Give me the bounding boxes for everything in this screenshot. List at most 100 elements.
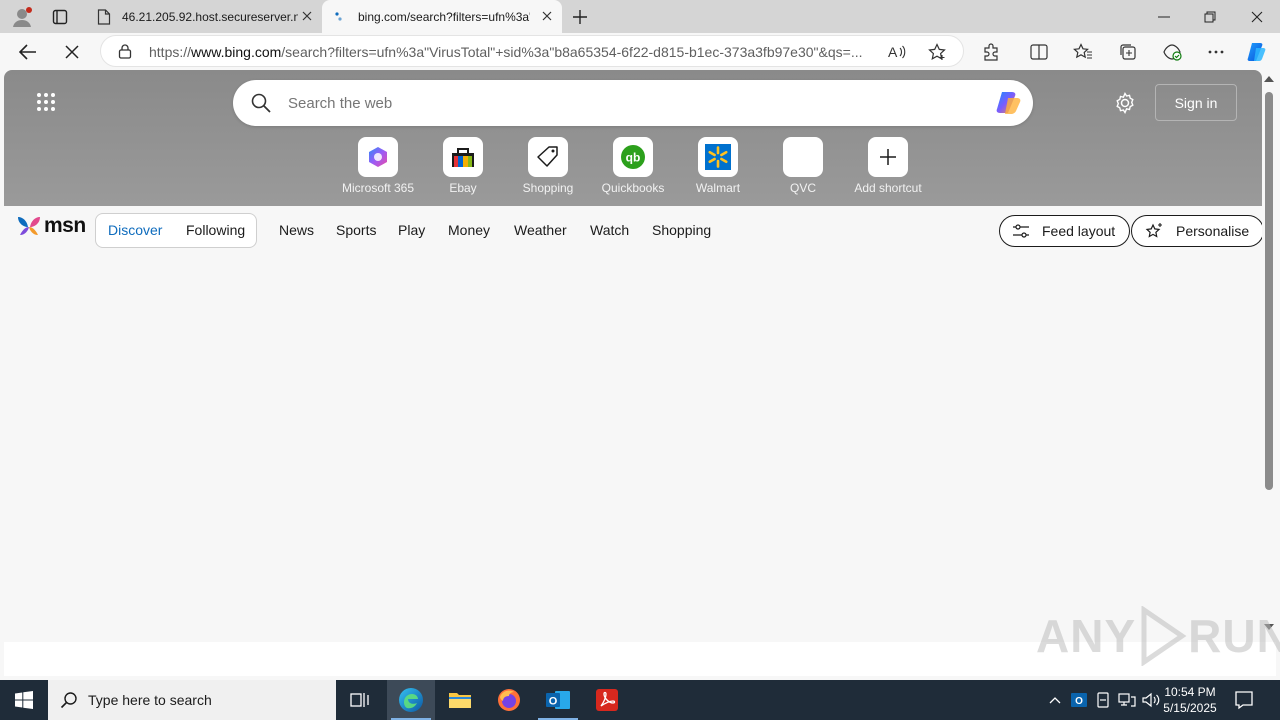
network-icon[interactable] (1117, 690, 1137, 710)
feed-segment-control: Discover Following (95, 213, 257, 248)
copilot-icon[interactable] (1243, 38, 1271, 66)
web-search-box[interactable] (233, 80, 1033, 126)
address-bar[interactable]: https://www.bing.com/search?filters=ufn%… (100, 35, 964, 67)
shortcut-microsoft-365[interactable]: Microsoft 365 (336, 136, 420, 196)
category-watch[interactable]: Watch (590, 222, 629, 238)
bing-hero: Sign in Microsoft 365 Ebay Shopping qb Q… (4, 70, 1262, 206)
category-play[interactable]: Play (398, 222, 425, 238)
stop-loading-button[interactable] (57, 37, 87, 67)
favorite-star-icon[interactable] (927, 42, 947, 62)
task-view-button[interactable] (336, 680, 384, 720)
svg-text:qb: qb (626, 151, 641, 165)
url-text[interactable]: https://www.bing.com/search?filters=ufn%… (149, 44, 869, 60)
more-options-icon[interactable] (1202, 38, 1230, 66)
personalise-button[interactable]: Personalise (1131, 215, 1262, 247)
minimize-icon[interactable] (1141, 0, 1187, 33)
tray-device-icon[interactable] (1093, 690, 1113, 710)
apps-grid-icon[interactable] (36, 92, 56, 112)
taskbar-search-box[interactable]: Type here to search (48, 680, 336, 720)
volume-icon[interactable] (1141, 690, 1161, 710)
watermark-left: ANY (1036, 610, 1137, 662)
msn-logo[interactable]: msn (16, 214, 86, 238)
windows-logo-icon (15, 691, 33, 709)
search-icon[interactable] (251, 93, 271, 113)
show-hidden-icons-chevron-icon[interactable] (1045, 690, 1065, 710)
tab-bing-search[interactable]: bing.com/search?filters=ufn%3a"VirusTota… (322, 0, 562, 33)
taskbar-firefox[interactable] (485, 680, 533, 720)
collections-icon[interactable] (1114, 38, 1142, 66)
msn-butterfly-icon (18, 217, 40, 235)
category-sports[interactable]: Sports (336, 222, 376, 238)
back-button[interactable] (13, 37, 43, 67)
edge-icon (399, 688, 423, 712)
segment-discover[interactable]: Discover (108, 222, 162, 238)
shortcut-walmart[interactable]: Walmart (676, 136, 760, 196)
microsoft-365-icon (358, 137, 398, 177)
profile-icon[interactable] (9, 4, 35, 30)
category-shopping[interactable]: Shopping (652, 222, 711, 238)
tab-actions-icon[interactable] (47, 4, 73, 30)
tray-outlook-icon[interactable]: O (1069, 690, 1089, 710)
category-money[interactable]: Money (448, 222, 490, 238)
extensions-icon[interactable] (977, 38, 1005, 66)
shortcut-qvc[interactable]: QVC (761, 136, 845, 196)
start-button[interactable] (0, 680, 48, 720)
svg-text:O: O (549, 696, 558, 708)
split-screen-icon[interactable] (1025, 38, 1053, 66)
tab-secureserver[interactable]: 46.21.205.92.host.secureserver.net (86, 0, 322, 33)
new-tab-icon[interactable] (567, 4, 593, 30)
scroll-up-arrow-icon[interactable] (1264, 76, 1274, 82)
shortcut-shopping[interactable]: Shopping (506, 136, 590, 196)
loading-icon (332, 9, 348, 25)
url-rest: /search?filters=ufn%3a"VirusTotal"+sid%3… (281, 44, 863, 60)
anyrun-watermark: ANY RUN (1036, 606, 1280, 666)
copilot-search-icon[interactable] (993, 87, 1025, 119)
shortcut-add[interactable]: Add shortcut (846, 136, 930, 196)
shortcut-label: Shopping (522, 181, 574, 195)
shortcut-label: Walmart (695, 181, 741, 195)
shortcut-quickbooks[interactable]: qb Quickbooks (591, 136, 675, 196)
segment-following[interactable]: Following (186, 222, 245, 238)
vertical-scrollbar[interactable] (1262, 70, 1276, 636)
shortcut-label: Ebay (449, 181, 477, 195)
quickbooks-icon: qb (613, 137, 653, 177)
browser-essentials-icon[interactable] (1158, 38, 1186, 66)
personalise-label: Personalise (1176, 223, 1250, 239)
shortcut-label: Add shortcut (854, 181, 922, 195)
msn-wordmark: msn (44, 214, 86, 237)
feed-layout-button[interactable]: Feed layout (999, 215, 1131, 247)
close-tab-icon[interactable] (300, 9, 314, 23)
watermark-right: RUN (1188, 610, 1280, 662)
close-window-icon[interactable] (1234, 0, 1280, 33)
scrollbar-thumb[interactable] (1265, 92, 1273, 490)
page-icon (96, 8, 112, 25)
taskbar-acrobat[interactable] (583, 680, 631, 720)
url-prefix: https:// (149, 44, 192, 60)
category-news[interactable]: News (279, 222, 314, 238)
page-content: Sign in Microsoft 365 Ebay Shopping qb Q… (4, 70, 1262, 676)
lock-icon[interactable] (117, 43, 133, 59)
read-aloud-icon[interactable]: A (887, 42, 907, 62)
category-weather[interactable]: Weather (514, 222, 567, 238)
notification-center-icon[interactable] (1234, 690, 1254, 710)
msn-navigation: msn Discover Following News Sports Play … (4, 206, 1262, 256)
favorites-icon[interactable] (1069, 38, 1097, 66)
taskbar-file-explorer[interactable] (436, 680, 484, 720)
search-input[interactable] (288, 92, 968, 114)
shortcut-label: Microsoft 365 (341, 181, 415, 195)
sign-in-button[interactable]: Sign in (1155, 84, 1237, 121)
taskbar-edge[interactable] (387, 680, 435, 720)
taskbar-outlook[interactable]: O (534, 680, 582, 720)
system-clock[interactable]: 10:54 PM 5/15/2025 (1160, 684, 1220, 716)
url-domain: www.bing.com (191, 44, 282, 60)
close-tab-icon[interactable] (540, 9, 554, 23)
restore-icon[interactable] (1187, 0, 1233, 33)
acrobat-icon (596, 689, 618, 711)
svg-text:A: A (888, 44, 898, 60)
browser-tab-bar: 46.21.205.92.host.secureserver.net bing.… (0, 0, 1280, 33)
tab-title: bing.com/search?filters=ufn%3a"VirusTota… (358, 9, 530, 24)
task-view-icon (350, 693, 369, 707)
feed-layout-label: Feed layout (1042, 223, 1116, 239)
shortcut-ebay[interactable]: Ebay (421, 136, 505, 196)
settings-gear-icon[interactable] (1114, 92, 1136, 114)
